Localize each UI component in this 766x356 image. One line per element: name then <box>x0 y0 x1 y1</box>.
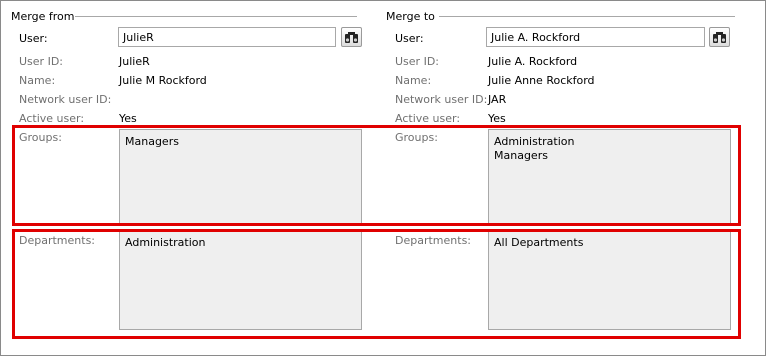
merge-from-active-label: Active user: <box>19 112 85 125</box>
merge-from-network-label: Network user ID: <box>19 93 112 106</box>
merge-from-active-value: Yes <box>119 112 137 125</box>
merge-to-network-label: Network user ID: <box>395 93 488 106</box>
merge-to-name-label: Name: <box>395 74 432 87</box>
departments-highlight-box <box>12 229 741 339</box>
groups-highlight-box <box>12 125 741 226</box>
merge-to-active-label: Active user: <box>395 112 461 125</box>
merge-users-panel: Merge from User: JulieR User ID: JulieR … <box>0 0 766 356</box>
merge-from-name-value: Julie M Rockford <box>119 74 207 87</box>
merge-to-name-value: Julie Anne Rockford <box>488 74 595 87</box>
merge-to-title: Merge to <box>386 10 435 23</box>
merge-to-user-label: User: <box>395 32 424 45</box>
merge-from-name-label: Name: <box>19 74 56 87</box>
merge-to-user-id-label: User ID: <box>395 55 439 68</box>
merge-from-title: Merge from <box>11 10 75 23</box>
merge-from-user-id-value: JulieR <box>119 55 150 68</box>
merge-to-user-input[interactable]: Julie A. Rockford <box>486 27 705 47</box>
binoculars-icon <box>713 32 726 43</box>
merge-to-divider <box>439 16 735 17</box>
merge-to-user-id-value: Julie A. Rockford <box>488 55 578 68</box>
binoculars-icon <box>345 32 358 43</box>
merge-from-user-label: User: <box>19 32 48 45</box>
merge-to-network-value: JAR <box>488 93 507 106</box>
merge-from-user-id-label: User ID: <box>19 55 63 68</box>
merge-from-find-user-button[interactable] <box>341 27 362 47</box>
merge-from-user-input[interactable]: JulieR <box>118 27 336 47</box>
merge-to-active-value: Yes <box>488 112 506 125</box>
merge-to-find-user-button[interactable] <box>709 27 730 47</box>
merge-from-divider <box>75 16 357 17</box>
